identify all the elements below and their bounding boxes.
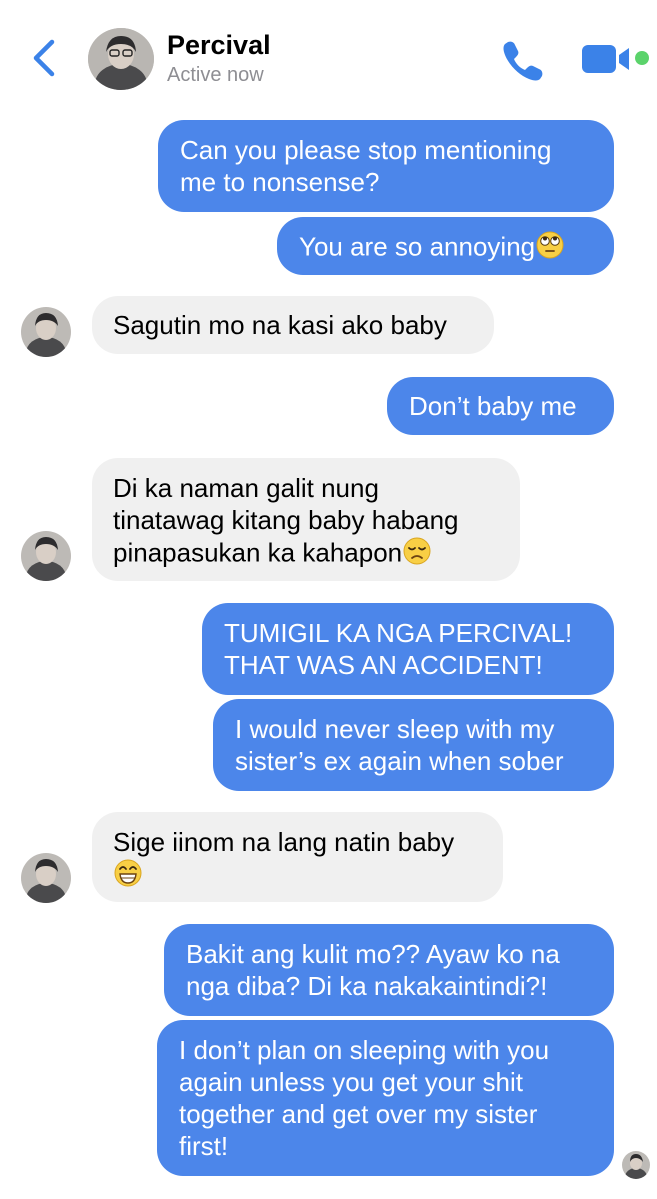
call-button[interactable] (499, 38, 545, 82)
message-text: TUMIGIL KA NGA PERCIVAL! (224, 618, 573, 648)
message-bubble-outgoing[interactable]: Bakit ang kulit mo?? Ayaw ko na nga diba… (164, 924, 614, 1016)
message-text: tinatawag kitang baby habang (113, 505, 459, 535)
video-camera-icon (582, 45, 629, 73)
message-text: You are so annoying (299, 231, 536, 262)
message-text: I would never sleep with my (235, 714, 555, 744)
contact-avatar-small[interactable] (21, 853, 71, 903)
message-bubble-outgoing[interactable]: You are so annoying (277, 217, 614, 275)
contact-avatar-small[interactable] (21, 307, 71, 357)
message-bubble-incoming[interactable]: Di ka naman galit nung tinatawag kitang … (92, 458, 520, 581)
message-text: Sagutin mo na kasi ako baby (113, 310, 447, 340)
chat-header: Percival Active now (0, 0, 657, 112)
message-bubble-outgoing[interactable]: I don’t plan on sleeping with you again … (157, 1020, 614, 1176)
grinning-face-emoji-icon (113, 858, 145, 895)
read-receipt-avatar (622, 1151, 650, 1179)
message-bubble-outgoing[interactable]: Don’t baby me (387, 377, 614, 435)
message-text: together and get over my sister (179, 1099, 538, 1129)
message-bubble-incoming[interactable]: Sige iinom na lang natin baby (92, 812, 503, 902)
contact-avatar-small[interactable] (21, 531, 71, 581)
contact-avatar[interactable] (88, 28, 154, 90)
message-bubble-incoming[interactable]: Sagutin mo na kasi ako baby (92, 296, 494, 354)
message-text: Don’t baby me (409, 391, 577, 421)
message-text: I don’t plan on sleeping with you (179, 1035, 550, 1065)
message-bubble-outgoing[interactable]: Can you please stop mentioning me to non… (158, 120, 614, 212)
message-text: nga diba? Di ka nakakaintindi?! (186, 971, 548, 1001)
phone-icon (503, 41, 543, 81)
message-bubble-outgoing[interactable]: I would never sleep with my sister’s ex … (213, 699, 614, 791)
message-text: THAT WAS AN ACCIDENT! (224, 650, 543, 680)
online-indicator (635, 51, 649, 65)
contact-status: Active now (167, 64, 264, 86)
chevron-left-icon (33, 39, 55, 77)
message-text: pinapasukan ka kahapon (113, 537, 403, 568)
message-text: me to nonsense? (180, 167, 380, 197)
back-button[interactable] (26, 36, 62, 80)
message-text: Di ka naman galit nung (113, 473, 379, 503)
message-bubble-outgoing[interactable]: TUMIGIL KA NGA PERCIVAL! THAT WAS AN ACC… (202, 603, 614, 695)
message-text: Can you please stop mentioning (180, 135, 552, 165)
contact-name[interactable]: Percival (167, 30, 271, 61)
disappointed-face-emoji-icon (402, 536, 434, 573)
message-text: Sige iinom na lang natin baby (113, 827, 455, 857)
message-text: Bakit ang kulit mo?? Ayaw ko na (186, 939, 560, 969)
message-text: first! (179, 1131, 229, 1161)
eye-roll-emoji-icon (535, 230, 567, 267)
video-call-button[interactable] (580, 42, 634, 76)
message-text: sister’s ex again when sober (235, 746, 564, 776)
message-text: again unless you get your shit (179, 1067, 523, 1097)
